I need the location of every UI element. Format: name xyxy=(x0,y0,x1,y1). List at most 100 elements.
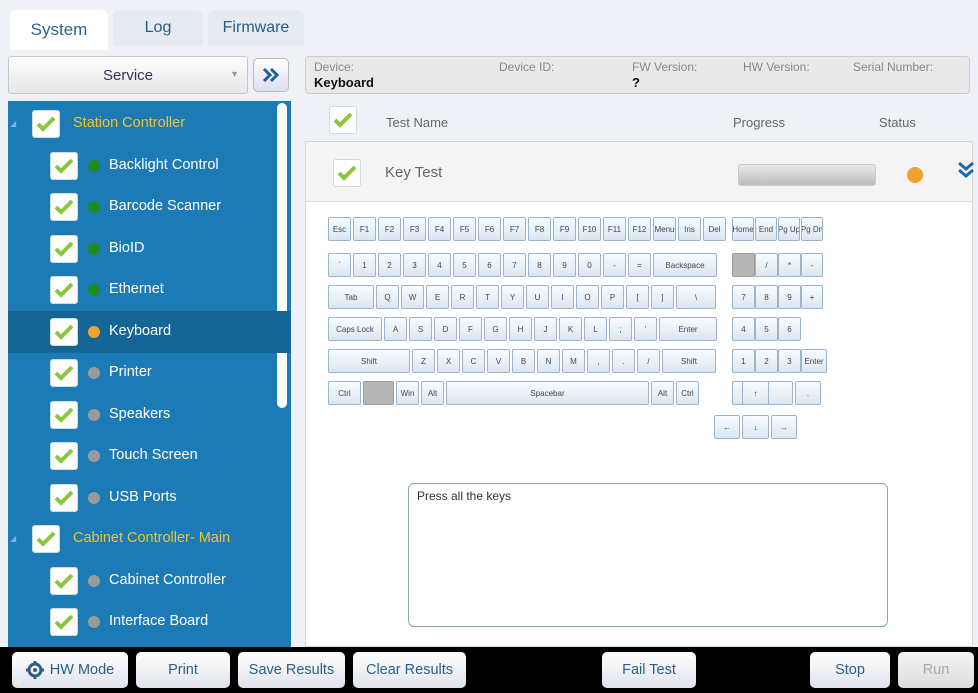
key[interactable]: X xyxy=(437,349,460,373)
item-checkbox[interactable] xyxy=(50,442,78,470)
key[interactable]: F12 xyxy=(628,217,651,241)
key[interactable]: 3 xyxy=(778,349,801,373)
key[interactable]: = xyxy=(628,253,651,277)
key[interactable]: 2 xyxy=(755,349,778,373)
key[interactable]: Alt xyxy=(651,381,674,405)
key[interactable]: Ins xyxy=(678,217,701,241)
key[interactable]: G xyxy=(484,317,507,341)
key[interactable]: C xyxy=(462,349,485,373)
key[interactable]: Win xyxy=(396,381,419,405)
item-checkbox[interactable] xyxy=(50,483,78,512)
key[interactable]: 0 xyxy=(578,253,601,277)
key[interactable]: F xyxy=(459,317,482,341)
fail-test-button[interactable]: Fail Test xyxy=(602,652,696,688)
key[interactable]: U xyxy=(526,285,549,309)
key[interactable]: 4 xyxy=(732,317,755,341)
key[interactable]: 5 xyxy=(453,253,476,277)
tab-firmware[interactable]: Firmware xyxy=(208,10,304,46)
key[interactable]: 1 xyxy=(353,253,376,277)
key[interactable]: \ xyxy=(676,285,716,309)
key[interactable]: 6 xyxy=(778,317,801,341)
stop-button[interactable]: Stop xyxy=(810,652,890,688)
key[interactable]: W xyxy=(401,285,424,309)
run-button[interactable]: Run xyxy=(898,652,974,688)
tree-item[interactable]: Barcode Scanner xyxy=(8,186,291,228)
print-button[interactable]: Print xyxy=(136,652,230,688)
key[interactable]: ↓ xyxy=(742,415,769,439)
key[interactable]: F7 xyxy=(503,217,526,241)
tab-log[interactable]: Log xyxy=(113,10,203,46)
clear-results-button[interactable]: Clear Results xyxy=(353,652,466,688)
key[interactable]: 6 xyxy=(478,253,501,277)
tree-item[interactable]: Printer xyxy=(8,352,291,394)
key[interactable]: ` xyxy=(328,253,351,277)
key[interactable]: F2 xyxy=(378,217,401,241)
key[interactable]: / xyxy=(755,253,778,277)
key[interactable]: 7 xyxy=(732,285,755,309)
key[interactable]: R xyxy=(451,285,474,309)
key[interactable]: , xyxy=(587,349,610,373)
tree-item[interactable]: USB Ports xyxy=(8,477,291,519)
key[interactable]: * xyxy=(778,253,801,277)
key[interactable]: Alt xyxy=(421,381,444,405)
key[interactable]: - xyxy=(801,253,823,277)
tree-item[interactable]: Keyboard xyxy=(8,310,291,353)
tree-item[interactable]: Interface Board xyxy=(8,601,291,643)
key[interactable]: + xyxy=(801,285,823,309)
key[interactable]: E xyxy=(426,285,449,309)
service-dropdown[interactable]: Service ▼ xyxy=(8,56,248,94)
key[interactable]: 2 xyxy=(378,253,401,277)
key[interactable]: Home xyxy=(732,217,754,241)
key[interactable]: A xyxy=(384,317,407,341)
key[interactable]: Esc xyxy=(328,217,351,241)
key[interactable]: Pg Up xyxy=(778,217,800,241)
group-checkbox[interactable] xyxy=(32,525,60,553)
save-results-button[interactable]: Save Results xyxy=(238,652,345,688)
group-checkbox[interactable] xyxy=(32,110,60,138)
key[interactable]: I xyxy=(551,285,574,309)
collapse-triangle-icon[interactable]: ◢ xyxy=(10,534,16,543)
key[interactable]: 8 xyxy=(528,253,551,277)
key[interactable]: 3 xyxy=(403,253,426,277)
key[interactable]: Enter xyxy=(659,317,717,341)
tree-item[interactable]: Cabinet Controller xyxy=(8,560,291,602)
item-checkbox[interactable] xyxy=(50,151,78,180)
key[interactable]: Menu xyxy=(653,217,676,241)
key[interactable]: F6 xyxy=(478,217,501,241)
key[interactable]: Ctrl xyxy=(676,381,699,405)
key[interactable]: Shift xyxy=(662,349,716,373)
item-checkbox[interactable] xyxy=(50,400,78,429)
item-checkbox[interactable] xyxy=(50,276,78,304)
collapse-triangle-icon[interactable]: ◢ xyxy=(10,119,16,128)
tree-item[interactable]: Speakers xyxy=(8,394,291,436)
key[interactable]: Pg Dn xyxy=(801,217,823,241)
key[interactable]: J xyxy=(534,317,557,341)
key[interactable]: D xyxy=(434,317,457,341)
key[interactable]: V xyxy=(487,349,510,373)
key[interactable]: B xyxy=(512,349,535,373)
tree-item[interactable]: Touch Screen xyxy=(8,435,291,477)
key[interactable]: . xyxy=(612,349,635,373)
item-checkbox[interactable] xyxy=(50,566,78,595)
key[interactable]: - xyxy=(603,253,626,277)
key[interactable]: ↑ xyxy=(742,381,769,405)
item-checkbox[interactable] xyxy=(50,317,78,346)
key[interactable]: 4 xyxy=(428,253,451,277)
key[interactable]: H xyxy=(509,317,532,341)
key[interactable]: 5 xyxy=(755,317,778,341)
key[interactable]: F8 xyxy=(528,217,551,241)
key[interactable]: K xyxy=(559,317,582,341)
key[interactable]: ' xyxy=(634,317,657,341)
key[interactable] xyxy=(732,253,755,277)
test-row[interactable]: Key Test xyxy=(306,142,974,202)
key[interactable]: P xyxy=(601,285,624,309)
key[interactable]: O xyxy=(576,285,599,309)
key[interactable]: F1 xyxy=(353,217,376,241)
key[interactable]: Y xyxy=(501,285,524,309)
key[interactable]: L xyxy=(584,317,607,341)
tree-group[interactable]: ◢ Station Controller xyxy=(8,103,291,145)
key[interactable]: Enter xyxy=(801,349,827,373)
key[interactable]: ← xyxy=(714,415,740,439)
key[interactable]: N xyxy=(537,349,560,373)
key[interactable]: F3 xyxy=(403,217,426,241)
